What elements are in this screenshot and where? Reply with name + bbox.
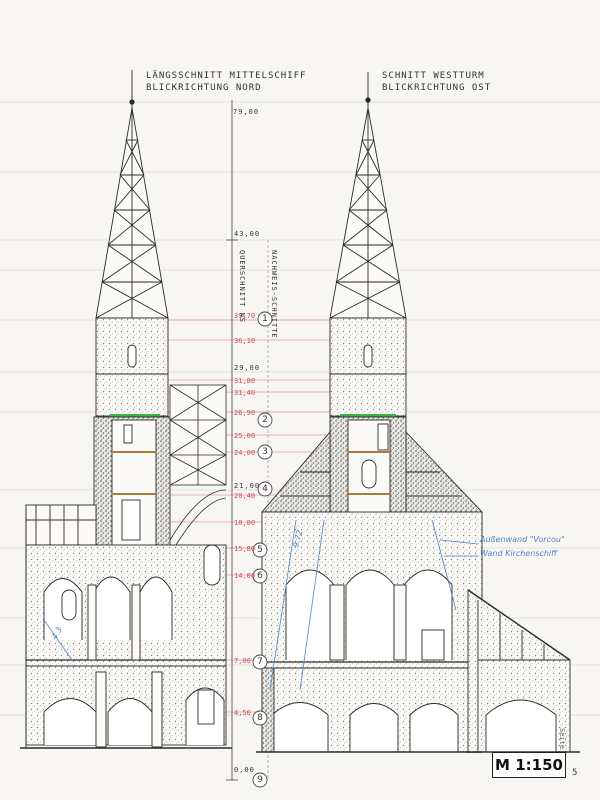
scale-label: M 1:150 (492, 752, 566, 778)
elevation-label: 7,00 (234, 657, 251, 665)
svg-text:5: 5 (257, 545, 263, 555)
left-roof-truss (169, 384, 227, 546)
elevation-label: 0,00 (234, 766, 255, 774)
elevation-label: 21,00 (234, 482, 260, 490)
right-tower (329, 72, 407, 558)
svg-text:9: 9 (257, 775, 263, 785)
left-title-line2: BLICKRICHTUNG NORD (146, 83, 262, 93)
svg-text:7: 7 (257, 657, 263, 667)
red-elevation-labels: 39,70 36,10 31,80 31,40 26,90 25,00 24,0… (234, 312, 255, 717)
right-nave (256, 511, 483, 753)
right-title-line2: BLICKRICHTUNG OST (382, 83, 491, 93)
page-number: 5 (572, 768, 578, 778)
architectural-section-drawing: 1 2 3 4 5 6 7 8 9 39,70 36,10 31,80 31,4… (0, 70, 600, 788)
top-elevation: 79,00 (233, 108, 259, 116)
left-title-line1: LÄNGSSCHNITT MITTELSCHIFF (146, 70, 306, 81)
svg-text:4: 4 (262, 484, 268, 494)
section-marker: 8 (252, 710, 268, 726)
section-marker: 4 (257, 481, 273, 497)
section-marker: 3 (257, 444, 273, 460)
right-title-line1: SCHNITT WESTTURM (382, 71, 485, 81)
elevation-label: 43,00 (234, 230, 260, 238)
elevation-label: 25,00 (234, 432, 255, 440)
elevation-label: 31,40 (234, 389, 255, 397)
section-marker: 6 (252, 568, 268, 584)
blue-note-outer-wall: Außenwand "Vorcou" (479, 535, 565, 544)
black-elevation-labels: 43,00 29,00 21,00 0,00 79,00 (233, 108, 260, 774)
elevation-label: 14,00 (234, 572, 255, 580)
elevation-label: 20,40 (234, 492, 255, 500)
section-marker: 5 (252, 542, 268, 558)
section-marker: 9 (252, 772, 268, 788)
section-marker: 2 (257, 412, 273, 428)
svg-text:8: 8 (257, 713, 263, 723)
elevation-label: 26,90 (234, 409, 255, 417)
left-tower (93, 70, 171, 553)
section-marker: 1 (257, 311, 273, 327)
elevation-label: 31,80 (234, 377, 255, 385)
section-marker: 7 (252, 654, 268, 670)
svg-text:6: 6 (257, 571, 263, 581)
elevation-label: 24,00 (234, 449, 255, 457)
elevation-label: 15,80 (234, 545, 255, 553)
nachweis-label: NACHWEIS-SCHNITTE (270, 250, 278, 339)
elevation-label: 36,10 (234, 337, 255, 345)
blue-note-nave-wall: Wand Kirchenschiff (480, 549, 558, 558)
elevation-label: 4,50 (234, 709, 251, 717)
svg-text:3: 3 (262, 447, 268, 457)
elevation-label: 29,00 (234, 364, 260, 372)
svg-text:1: 1 (262, 314, 268, 324)
elevation-label: 18,80 (234, 519, 255, 527)
querschnitt-label: QUERSCHNITT NS (238, 250, 246, 323)
side-note: Seite (558, 728, 566, 750)
svg-text:2: 2 (262, 415, 268, 425)
